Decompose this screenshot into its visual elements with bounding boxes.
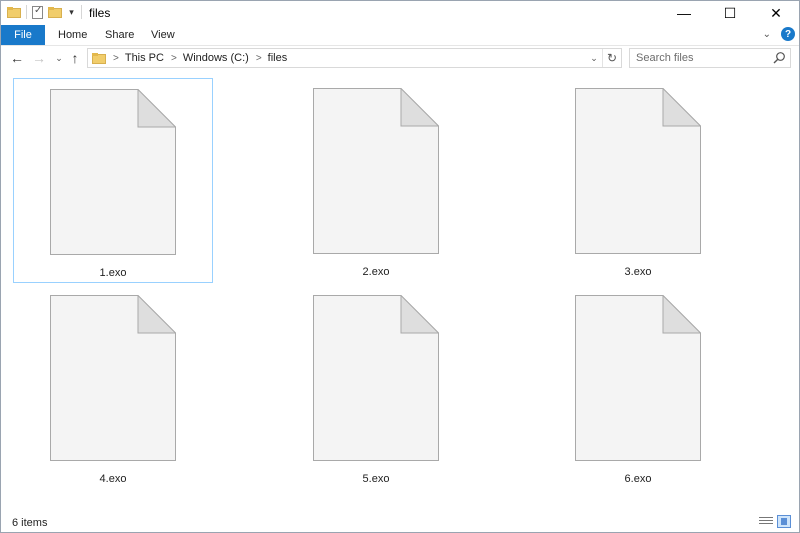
toolbar-divider	[26, 5, 27, 19]
up-button[interactable]: ↑	[66, 49, 84, 67]
document-icon	[575, 295, 701, 461]
tab-home[interactable]: Home	[58, 25, 87, 45]
file-item[interactable]: 4.exo	[13, 285, 213, 490]
address-bar[interactable]: > This PC > Windows (C:) > files ⌄ ↻	[87, 48, 622, 68]
help-icon[interactable]: ?	[781, 27, 795, 41]
file-list: 1.exo 2.exo 3.exo 4.exo 5.exo 6.exo	[1, 72, 799, 512]
expand-ribbon-icon[interactable]: ⌄	[763, 29, 771, 40]
breadcrumb-windows-c[interactable]: Windows (C:)	[183, 52, 249, 64]
tab-view[interactable]: View	[151, 25, 175, 45]
refresh-icon[interactable]: ↻	[602, 49, 621, 67]
file-item[interactable]: 3.exo	[538, 78, 738, 283]
document-icon	[313, 295, 439, 461]
forward-button[interactable]: →	[30, 49, 48, 67]
search-icon[interactable]	[772, 51, 786, 65]
tab-file[interactable]: File	[1, 25, 45, 45]
quick-access-toolbar: ▾	[7, 5, 82, 19]
folder-icon	[7, 6, 21, 18]
status-bar: 6 items	[1, 512, 799, 532]
breadcrumb-separator[interactable]: >	[113, 53, 119, 64]
customize-qat-icon[interactable]: ▾	[67, 7, 76, 18]
document-icon	[50, 89, 176, 255]
file-item[interactable]: 2.exo	[276, 78, 476, 283]
document-icon	[313, 88, 439, 254]
document-icon	[575, 88, 701, 254]
new-folder-icon[interactable]	[48, 6, 62, 18]
back-button[interactable]: ←	[8, 49, 26, 67]
breadcrumb-separator[interactable]: >	[256, 53, 262, 64]
minimize-button[interactable]: —	[661, 1, 707, 25]
file-name: 1.exo	[99, 267, 127, 279]
file-item[interactable]: 6.exo	[538, 285, 738, 490]
file-name: 5.exo	[362, 473, 390, 485]
file-item[interactable]: 5.exo	[276, 285, 476, 490]
close-button[interactable]: ✕	[753, 1, 799, 25]
file-name: 2.exo	[362, 266, 390, 278]
toolbar-divider	[81, 5, 82, 19]
search-box[interactable]	[629, 48, 791, 68]
ribbon-tabs: File Home Share View ⌄ ?	[1, 25, 799, 46]
title-bar: ▾ files — ☐ ✕	[1, 1, 799, 25]
tab-share[interactable]: Share	[105, 25, 134, 45]
file-explorer-window: ▾ files — ☐ ✕ File Home Share View ⌄ ? ←…	[0, 0, 800, 533]
large-icons-view-icon[interactable]	[777, 515, 791, 528]
address-dropdown-icon[interactable]: ⌄	[586, 49, 602, 67]
file-name: 3.exo	[624, 266, 652, 278]
properties-icon[interactable]	[32, 5, 43, 19]
breadcrumb-this-pc[interactable]: This PC	[125, 52, 164, 64]
breadcrumb-separator[interactable]: >	[171, 53, 177, 64]
navigation-bar: ← → ⌄ ↑ > This PC > Windows (C:) > files…	[1, 46, 799, 72]
breadcrumb-files[interactable]: files	[268, 52, 288, 64]
folder-icon	[92, 52, 106, 64]
file-name: 4.exo	[99, 473, 127, 485]
search-input[interactable]	[630, 49, 776, 67]
maximize-button[interactable]: ☐	[707, 1, 753, 25]
document-icon	[50, 295, 176, 461]
item-count: 6 items	[12, 517, 48, 529]
file-name: 6.exo	[624, 473, 652, 485]
details-view-icon[interactable]	[759, 515, 773, 528]
window-title: files	[89, 6, 111, 20]
file-item[interactable]: 1.exo	[13, 78, 213, 283]
